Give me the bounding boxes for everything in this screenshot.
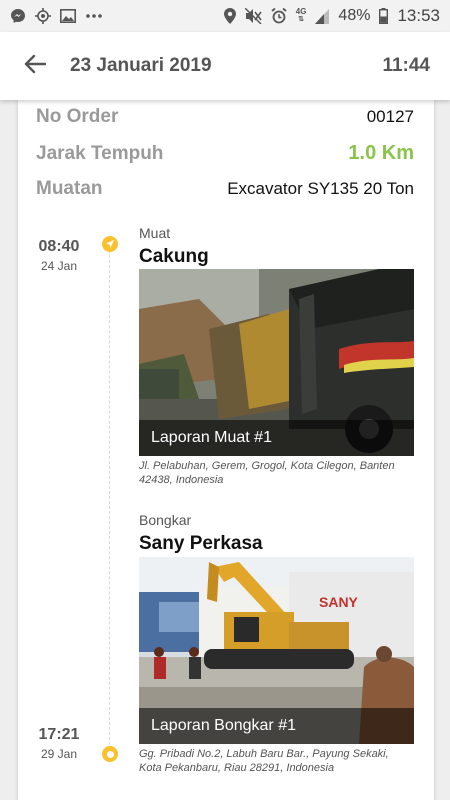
stop-1-date: 24 Jan xyxy=(40,259,78,273)
stop-2-name: Sany Perkasa xyxy=(139,533,263,554)
status-bar: 4G ⇅ 48% 13:53 xyxy=(0,0,450,32)
stop-1-name: Cakung xyxy=(139,246,209,267)
image-icon xyxy=(60,9,76,23)
alarm-icon xyxy=(271,8,287,24)
messenger-icon xyxy=(10,8,26,24)
stop-2-photo[interactable]: SANY Laporan Bongkar #1 xyxy=(139,557,414,744)
stop-1-type: Muat xyxy=(139,225,171,241)
signal-icon xyxy=(315,8,330,24)
battery-percent: 48% xyxy=(338,7,371,24)
stop-2-address: Gg. Pribadi No.2, Labuh Baru Bar., Payun… xyxy=(139,748,389,774)
arrow-back-icon xyxy=(24,54,47,79)
location-target-icon xyxy=(35,8,51,24)
location-pin-icon xyxy=(223,8,236,24)
navigation-marker-icon xyxy=(102,236,118,252)
order-number-label: No Order xyxy=(36,106,119,127)
order-number-row: No Order 00127 xyxy=(36,106,414,128)
timeline-line xyxy=(109,245,110,750)
stop-2-date: 29 Jan xyxy=(40,747,78,761)
cargo-row: Muatan Excavator SY135 20 Ton xyxy=(36,178,414,200)
stop-2-time: 17:21 29 Jan xyxy=(36,726,82,761)
header-time: 11:44 xyxy=(382,55,430,76)
page-title: 23 Januari 2019 xyxy=(70,55,212,76)
app-header: 23 Januari 2019 11:44 xyxy=(0,32,450,100)
more-dots-icon xyxy=(85,13,103,19)
status-bar-system: 4G ⇅ 48% 13:53 xyxy=(223,6,440,26)
network-type-label: 4G xyxy=(295,7,307,16)
back-button[interactable] xyxy=(0,32,70,100)
stop-2-clock: 17:21 xyxy=(38,726,80,743)
cargo-value: Excavator SY135 20 Ton xyxy=(227,179,414,198)
distance-label: Jarak Tempuh xyxy=(36,142,164,164)
destination-dot-icon xyxy=(102,746,118,762)
stop-1-address: Jl. Pelabuhan, Gerem, Grogol, Kota Cileg… xyxy=(139,460,395,486)
stop-1-photo[interactable]: Laporan Muat #1 xyxy=(139,269,414,456)
distance-value: 1.0 Km xyxy=(348,142,414,164)
stop-1-time: 08:40 24 Jan xyxy=(36,238,82,273)
order-number-value: 00127 xyxy=(366,107,414,126)
network-type-indicator: 4G ⇅ xyxy=(295,7,307,24)
status-bar-notifications xyxy=(10,8,103,24)
stop-2-type: Bongkar xyxy=(139,512,192,528)
mute-icon xyxy=(244,8,262,24)
order-detail-card: No Order 00127 Jarak Tempuh 1.0 Km Muata… xyxy=(18,100,434,800)
stop-1-photo-caption: Laporan Muat #1 xyxy=(139,420,414,456)
cargo-label: Muatan xyxy=(36,178,103,199)
stop-2-photo-caption: Laporan Bongkar #1 xyxy=(139,708,414,744)
sany-sign-text: SANY xyxy=(319,594,359,610)
stop-1-clock: 08:40 xyxy=(38,238,80,255)
battery-icon xyxy=(379,8,389,24)
status-bar-clock: 13:53 xyxy=(397,6,440,25)
distance-row: Jarak Tempuh 1.0 Km xyxy=(36,142,414,165)
